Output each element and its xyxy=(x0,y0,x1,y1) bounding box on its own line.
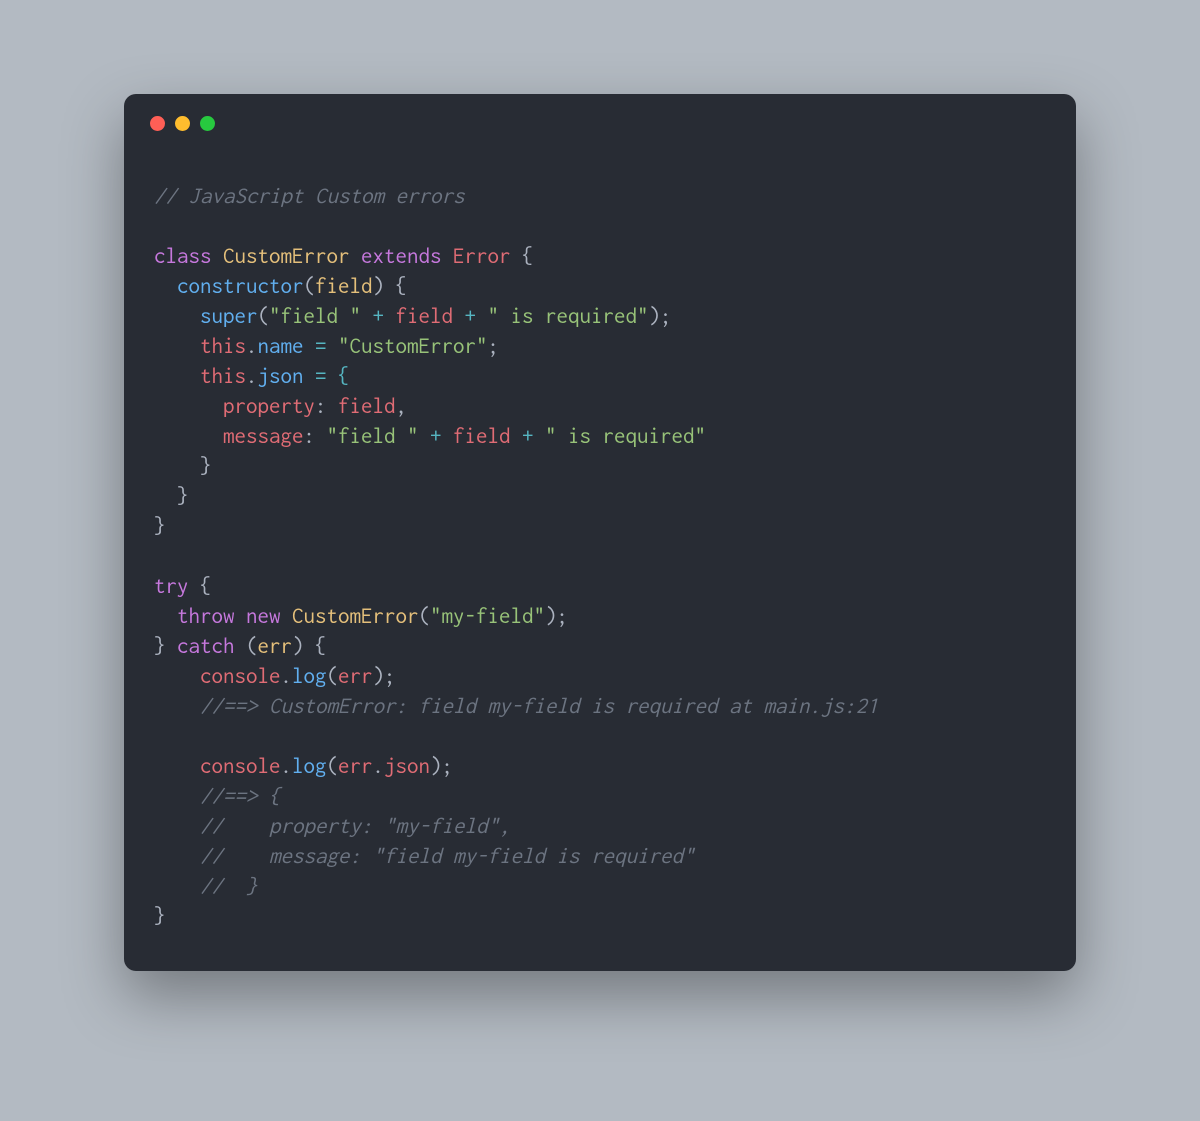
code-keyword: catch xyxy=(177,634,235,658)
code-classname: CustomError xyxy=(292,604,419,628)
code-comment: //==> CustomError: field my-field is req… xyxy=(200,694,879,718)
maximize-icon[interactable] xyxy=(200,116,215,131)
code-keyword: try xyxy=(154,574,189,598)
code-punct: } xyxy=(177,484,189,508)
code-variable: field xyxy=(453,424,511,448)
code-punct: ); xyxy=(373,664,396,688)
code-punct: : xyxy=(304,424,327,448)
code-keyword: throw xyxy=(177,604,235,628)
code-string: "CustomError" xyxy=(338,334,488,358)
code-function: log xyxy=(292,754,327,778)
code-classname: CustomError xyxy=(223,244,350,268)
code-variable: err xyxy=(338,754,373,778)
code-punct: } xyxy=(154,514,166,538)
code-comment: // property: "my-field", xyxy=(200,814,511,838)
code-punct: ( xyxy=(258,304,270,328)
code-function: super xyxy=(200,304,258,328)
code-object: console xyxy=(200,754,281,778)
code-keyword: extends xyxy=(361,244,442,268)
code-punct: ( xyxy=(235,634,258,658)
code-keyword: class xyxy=(154,244,212,268)
code-variable: field xyxy=(338,394,396,418)
close-icon[interactable] xyxy=(150,116,165,131)
code-punct: ( xyxy=(327,664,339,688)
code-operator: + xyxy=(453,304,488,328)
code-punct: } xyxy=(154,904,166,928)
code-keyword: new xyxy=(246,604,281,628)
code-property: name xyxy=(258,334,304,358)
code-punct: , xyxy=(396,394,408,418)
code-punct: . xyxy=(246,364,258,388)
code-punct: : xyxy=(315,394,338,418)
code-string: "my-field" xyxy=(430,604,545,628)
code-punct: ) { xyxy=(373,274,408,298)
code-punct: { xyxy=(511,244,534,268)
code-comment: //==> { xyxy=(200,784,281,808)
code-operator: + xyxy=(361,304,396,328)
code-function: constructor xyxy=(177,274,304,298)
code-string: " is required" xyxy=(545,424,706,448)
code-operator: + xyxy=(419,424,454,448)
code-property: message xyxy=(223,424,304,448)
code-punct: . xyxy=(281,664,293,688)
code-operator: + xyxy=(511,424,546,448)
code-punct: { xyxy=(189,574,212,598)
code-window: // JavaScript Custom errors class Custom… xyxy=(124,94,1076,971)
code-editor: // JavaScript Custom errors class Custom… xyxy=(124,131,1076,931)
code-variable: field xyxy=(396,304,454,328)
code-punct: ( xyxy=(419,604,431,628)
titlebar xyxy=(124,94,1076,131)
code-punct: } xyxy=(154,634,177,658)
code-comment: // } xyxy=(200,874,258,898)
code-property: json xyxy=(384,754,430,778)
code-param: err xyxy=(258,634,293,658)
code-punct: ( xyxy=(327,754,339,778)
code-keyword: this xyxy=(200,364,246,388)
code-punct: . xyxy=(373,754,385,778)
code-punct: ; xyxy=(488,334,500,358)
code-punct: } xyxy=(200,454,212,478)
code-punct: ( xyxy=(304,274,316,298)
code-type: Error xyxy=(453,244,511,268)
code-operator: = xyxy=(304,334,339,358)
minimize-icon[interactable] xyxy=(175,116,190,131)
code-punct: ); xyxy=(545,604,568,628)
code-function: log xyxy=(292,664,327,688)
code-comment: // JavaScript Custom errors xyxy=(154,184,465,208)
code-param: field xyxy=(315,274,373,298)
code-punct: ); xyxy=(649,304,672,328)
code-string: " is required" xyxy=(488,304,649,328)
code-punct: . xyxy=(281,754,293,778)
code-punct: ); xyxy=(430,754,453,778)
code-string: "field " xyxy=(269,304,361,328)
code-variable: err xyxy=(338,664,373,688)
code-punct: . xyxy=(246,334,258,358)
code-punct: ) { xyxy=(292,634,327,658)
code-object: console xyxy=(200,664,281,688)
code-operator: = { xyxy=(304,364,350,388)
code-property: json xyxy=(258,364,304,388)
code-property: property xyxy=(223,394,315,418)
code-comment: // message: "field my-field is required" xyxy=(200,844,695,868)
code-string: "field " xyxy=(327,424,419,448)
code-keyword: this xyxy=(200,334,246,358)
